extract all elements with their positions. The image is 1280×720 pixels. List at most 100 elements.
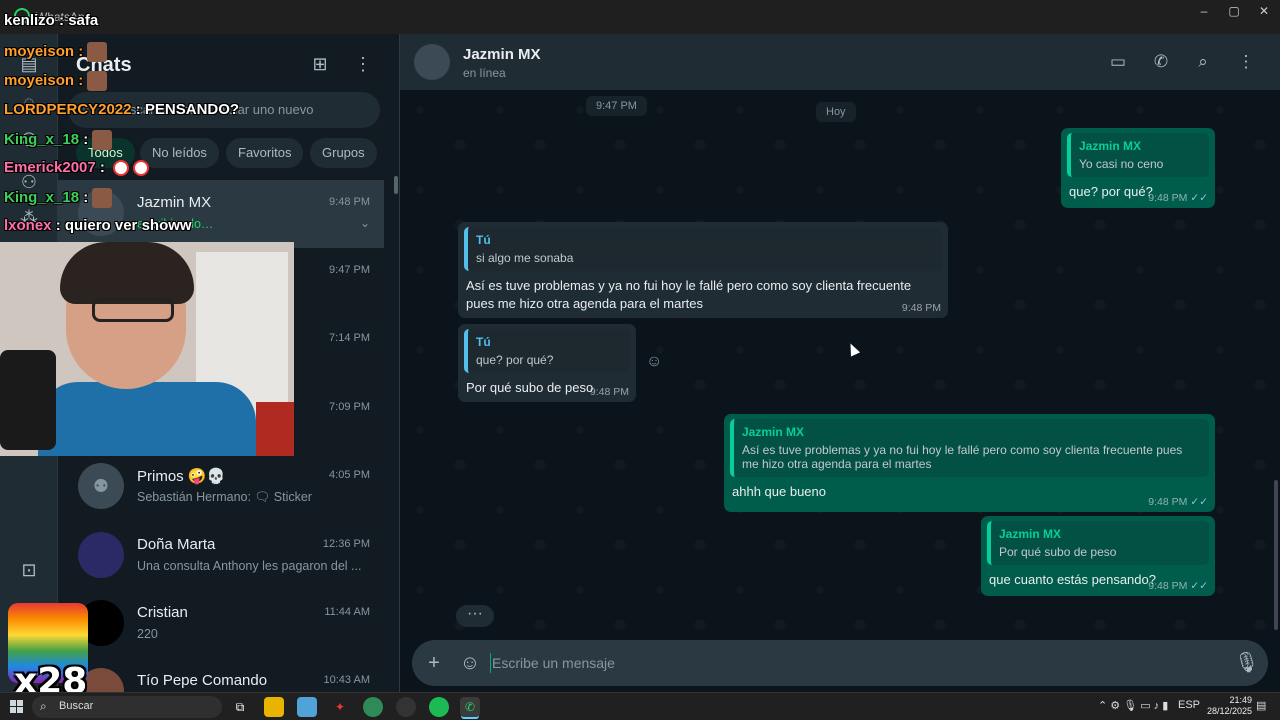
taskbar-clock[interactable]: 21:49 28/12/2025: [1196, 695, 1252, 717]
message-list[interactable]: 9:47 PM Hoy Jazmin MX Yo casi no ceno qu…: [400, 90, 1280, 636]
chat-name: Cristian: [137, 604, 188, 621]
app-icon[interactable]: ✦: [330, 697, 350, 717]
tray-icons[interactable]: ⌃ ⚙ 🎙 ▭ ♪ ▮: [1098, 699, 1168, 712]
contact-avatar[interactable]: [414, 44, 450, 80]
menu-icon[interactable]: ⋮: [351, 52, 375, 76]
chrome-icon[interactable]: [363, 697, 383, 717]
chat-item-primos[interactable]: ⚉ Primos 🤪💀 4:05 PM Sebastián Hermano: 🗨…: [58, 453, 384, 521]
conversation-scrollbar[interactable]: [1274, 480, 1278, 630]
new-chat-icon[interactable]: ⊞: [308, 52, 332, 76]
chat-subtitle: Una consulta Anthony les pagaron del ...: [137, 559, 362, 573]
filter-favorites[interactable]: Favoritos: [226, 138, 304, 168]
video-call-icon[interactable]: ▭: [1106, 50, 1130, 74]
chat-name: Doña Marta: [137, 536, 216, 553]
quoted-message[interactable]: Jazmin MX Yo casi no ceno: [1067, 133, 1209, 177]
quoted-message[interactable]: Tú que? por qué?: [464, 329, 630, 373]
voice-call-icon[interactable]: ✆: [1149, 50, 1173, 74]
chat-list-scrollbar[interactable]: [394, 176, 398, 194]
message-meta: 9:48 PM ✓✓: [1148, 580, 1208, 592]
attach-plus-icon[interactable]: +: [422, 651, 446, 675]
taskbar-search[interactable]: ⌕ Buscar: [32, 696, 222, 718]
whatsapp-icon[interactable]: ✆: [460, 697, 480, 717]
message-out[interactable]: Jazmin MX Yo casi no ceno que? por qué? …: [1061, 128, 1215, 208]
spotify-icon[interactable]: [429, 697, 449, 717]
quote-text: si algo me sonaba: [476, 251, 574, 265]
chat-time: 7:09 PM: [329, 401, 370, 413]
message-text: Así es tuve problemas y ya no fui hoy le…: [466, 278, 912, 311]
chat-item-dona-marta[interactable]: Doña Marta 12:36 PM Una consulta Anthony…: [58, 522, 384, 590]
message-out[interactable]: Jazmin MX Así es tuve problemas y ya no …: [724, 414, 1215, 512]
microphone-icon[interactable]: 🎙: [1234, 651, 1259, 675]
filter-unread[interactable]: No leídos: [140, 138, 219, 168]
title-bar: WhatsApp – ▢ ✕: [0, 0, 1280, 34]
conversation-header[interactable]: Jazmin MX en línea ▭ ✆ ⌕ ⋮: [400, 34, 1280, 90]
chat-user: Emerick2007: [4, 159, 96, 176]
notifications-icon[interactable]: ▤: [1256, 699, 1266, 712]
chat-subtitle: 220: [137, 627, 158, 641]
no-symbol-icon: [113, 160, 130, 177]
react-emoji-icon[interactable]: ☺: [646, 353, 662, 371]
chat-name: Primos 🤪💀: [137, 468, 226, 485]
chat-item-cristian[interactable]: Cristian 11:44 AM 220: [58, 590, 384, 658]
stream-chat-line: King_x_18 :: [4, 130, 113, 150]
file-explorer-icon[interactable]: [264, 697, 284, 717]
message-in[interactable]: Tú que? por qué? Por qué subo de peso 9:…: [458, 324, 636, 402]
close-button[interactable]: ✕: [1246, 0, 1280, 22]
quoted-message[interactable]: Tú si algo me sonaba: [464, 227, 942, 271]
chat-time: 10:43 AM: [323, 674, 370, 686]
chat-time: 11:44 AM: [324, 606, 370, 618]
message-input-bar[interactable]: + ☺ Escribe un mensaje 🎙: [412, 640, 1268, 686]
chat-text: PENSANDO?: [144, 101, 240, 118]
read-receipt-icon: ✓✓: [1190, 580, 1208, 592]
chat-time: 4:05 PM: [329, 469, 370, 481]
chat-item-tio-pepe[interactable]: Tío Pepe Comando 10:43 AM: [58, 658, 384, 692]
sticker-icon[interactable]: ☺: [458, 651, 482, 675]
streamer-shirt: [38, 382, 256, 456]
typing-indicator: ···: [456, 605, 494, 627]
message-meta: 9:48 PM ✓✓: [1148, 496, 1208, 508]
message-input[interactable]: Escribe un mensaje: [492, 655, 615, 671]
composer: + ☺ Escribe un mensaje 🎙: [400, 636, 1280, 692]
settings-icon[interactable]: ⊡: [17, 558, 41, 582]
message-time: 9:48 PM: [1148, 496, 1188, 508]
chat-time: 12:36 PM: [322, 538, 370, 550]
chat-time: 7:14 PM: [329, 332, 370, 344]
streamer-webcam: [0, 242, 294, 456]
background-light: [256, 402, 294, 456]
quote-text: que? por qué?: [476, 353, 554, 367]
stream-chat-line: kenlizo : safa: [4, 12, 99, 29]
chat-subtitle: Sebastián Hermano: 🗨 Sticker: [137, 490, 312, 504]
conversation-panel: Jazmin MX en línea ▭ ✆ ⌕ ⋮ 9:47 PM Hoy J…: [400, 34, 1280, 692]
task-view-icon[interactable]: ⧉: [230, 697, 250, 717]
chat-text: quiero ver showw: [64, 217, 192, 234]
filter-groups[interactable]: Grupos: [310, 138, 377, 168]
chat-user: moyeison: [4, 42, 75, 60]
obs-icon[interactable]: [396, 697, 416, 717]
message-in[interactable]: Tú si algo me sonaba Así es tuve problem…: [458, 222, 948, 318]
stream-chat-line: lxonex : quiero ver showw: [4, 217, 192, 234]
stream-chat-line: moyeison :: [4, 71, 108, 91]
search-icon[interactable]: ⌕: [1191, 50, 1215, 74]
start-button[interactable]: [10, 700, 23, 713]
read-receipt-icon: ✓✓: [1190, 192, 1208, 204]
chat-name: Tío Pepe Comando: [137, 672, 268, 689]
chat-user: lxonex: [4, 217, 52, 234]
message-time: 9:48 PM: [901, 302, 941, 314]
quote-text: Así es tuve problemas y ya no fui hoy le…: [742, 443, 1183, 471]
message-time: 9:48 PM: [1148, 192, 1188, 204]
chevron-down-icon[interactable]: ⌄: [360, 216, 370, 230]
quoted-message[interactable]: Jazmin MX Por qué subo de peso: [987, 521, 1209, 565]
notes-icon[interactable]: [297, 697, 317, 717]
streamer-hair: [60, 242, 194, 304]
clock-time: 21:49: [1229, 695, 1252, 705]
quoted-message[interactable]: Jazmin MX Así es tuve problemas y ya no …: [730, 419, 1209, 477]
phone-in-hand: [0, 350, 56, 450]
message-out[interactable]: Jazmin MX Por qué subo de peso que cuant…: [981, 516, 1215, 596]
read-receipt-icon: ✓✓: [1190, 496, 1208, 508]
menu-icon[interactable]: ⋮: [1234, 50, 1258, 74]
quote-author: Jazmin MX: [999, 527, 1062, 541]
quote-author: Jazmin MX: [1079, 139, 1142, 153]
group-avatar-icon: ⚉: [78, 463, 124, 509]
streamer-glasses: [92, 298, 174, 322]
search-icon: ⌕: [40, 699, 47, 713]
